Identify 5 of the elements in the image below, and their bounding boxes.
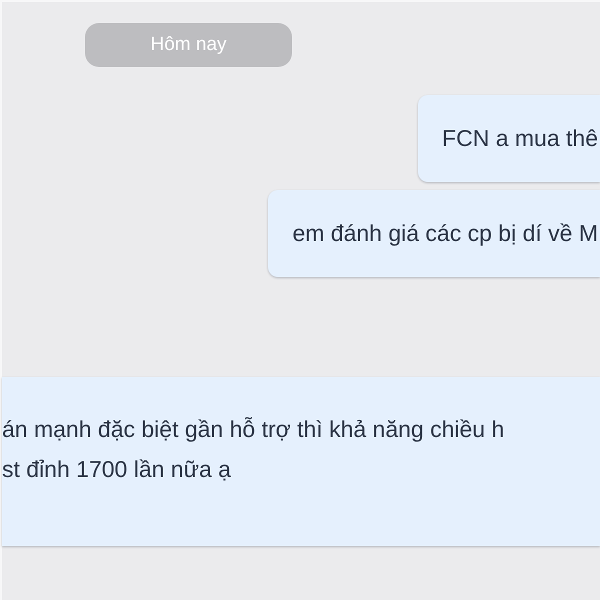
message-text: st đỉnh 1700 lần nữa ạ <box>2 455 232 484</box>
date-label: Hôm nay <box>85 23 292 67</box>
message-text: em đánh giá các cp bị dí về M <box>292 219 598 248</box>
message-text: FCN a mua thê <box>442 124 598 154</box>
message-text: án mạnh đặc biệt gần hỗ trợ thì khả năng chiều h <box>2 415 506 444</box>
